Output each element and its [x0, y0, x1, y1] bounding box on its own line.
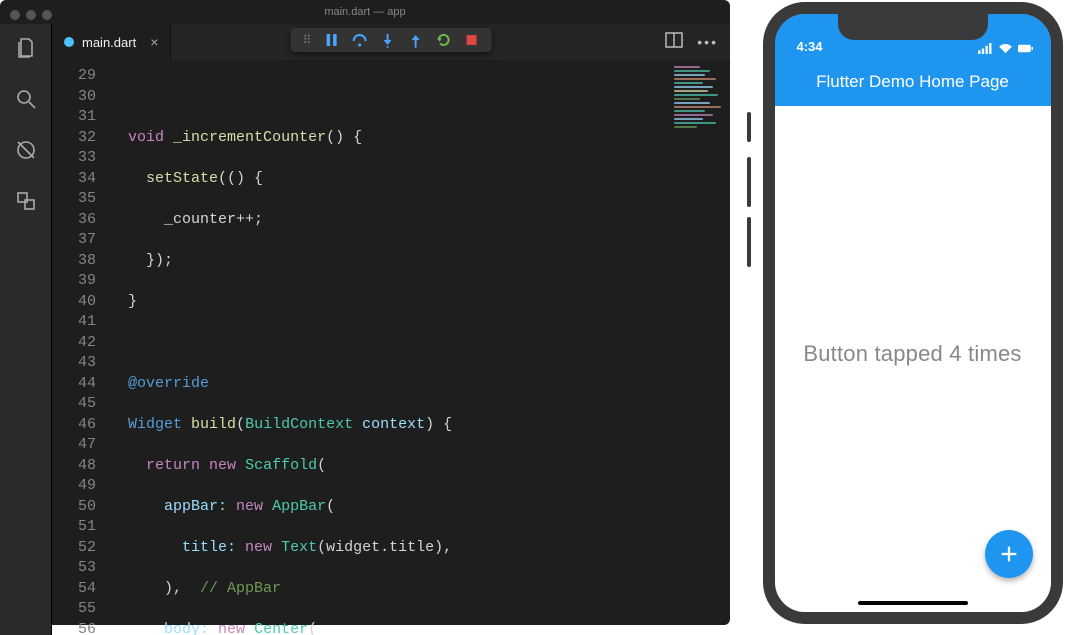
- app-body: Button tapped 4 times: [775, 106, 1051, 612]
- app-title: Flutter Demo Home Page: [816, 72, 1009, 92]
- home-indicator[interactable]: [858, 601, 968, 605]
- plus-icon: [998, 543, 1020, 565]
- pause-icon[interactable]: [323, 32, 339, 48]
- step-over-icon[interactable]: [351, 32, 367, 48]
- app-bar: Flutter Demo Home Page: [775, 58, 1051, 106]
- code-editor: main.dart — app: [0, 0, 730, 625]
- signal-icon: [978, 43, 993, 54]
- split-editor-icon[interactable]: [665, 31, 683, 54]
- phone-notch: [838, 14, 988, 40]
- stop-icon[interactable]: [463, 32, 479, 48]
- window-title: main.dart — app: [0, 6, 730, 18]
- extensions-icon[interactable]: [14, 189, 38, 218]
- drag-handle-icon[interactable]: ⠿: [303, 33, 312, 47]
- code-content[interactable]: void _incrementCounter() { setState(() {…: [110, 60, 730, 635]
- code-area[interactable]: 2930 3132 3334 3536 3738 3940 4142 4344 …: [52, 60, 730, 635]
- step-out-icon[interactable]: [407, 32, 423, 48]
- phone-volume-up[interactable]: [747, 157, 751, 207]
- tab-main-dart[interactable]: main.dart ×: [52, 24, 171, 60]
- close-icon[interactable]: ×: [150, 34, 158, 50]
- search-icon[interactable]: [14, 87, 38, 116]
- activity-bar: [0, 24, 52, 635]
- counter-text: Button tapped 4 times: [775, 341, 1051, 367]
- battery-icon: [1018, 43, 1033, 54]
- restart-icon[interactable]: [435, 32, 451, 48]
- phone-mute-switch[interactable]: [747, 112, 751, 142]
- minimap[interactable]: [670, 60, 730, 180]
- step-into-icon[interactable]: [379, 32, 395, 48]
- tab-bar: main.dart × ⠿: [52, 24, 730, 60]
- line-gutter: 2930 3132 3334 3536 3738 3940 4142 4344 …: [52, 60, 110, 635]
- debug-toolbar[interactable]: ⠿: [291, 28, 492, 52]
- more-icon[interactable]: •••: [697, 34, 718, 50]
- status-time: 4:34: [797, 39, 823, 54]
- wifi-icon: [998, 43, 1013, 54]
- debug-icon[interactable]: [14, 138, 38, 167]
- phone-simulator: 4:34 Flutter Demo Home Page Button tappe…: [763, 2, 1063, 624]
- files-icon[interactable]: [14, 36, 38, 65]
- tab-filename: main.dart: [82, 35, 136, 50]
- dart-file-icon: [64, 37, 74, 47]
- floating-action-button[interactable]: [985, 530, 1033, 578]
- phone-volume-down[interactable]: [747, 217, 751, 267]
